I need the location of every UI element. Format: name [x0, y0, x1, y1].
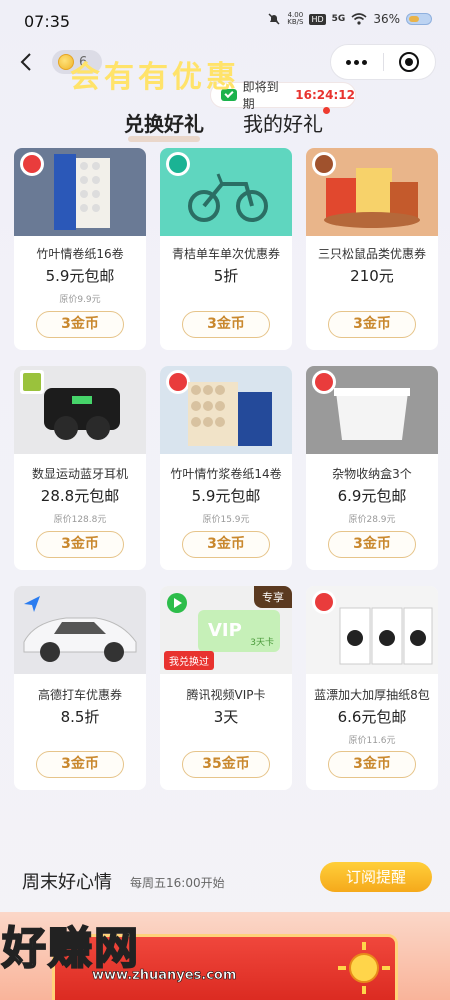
- close-miniapp-button[interactable]: [384, 52, 436, 72]
- battery-percent: 36%: [373, 12, 400, 26]
- original-price: 原价9.9元: [59, 295, 101, 305]
- notification-dot: [323, 107, 330, 114]
- redeem-button[interactable]: 3金币: [36, 311, 124, 338]
- redeemed-tag: 我兑换过: [164, 651, 214, 670]
- product-card[interactable]: 杂物收纳盒3个 6.9元包邮 原价28.9元 3金币: [306, 366, 438, 570]
- vip-card-text: VIP: [208, 620, 242, 641]
- sun-decoration-icon: [338, 942, 390, 994]
- battery-icon: [406, 13, 432, 25]
- watermark-url: www.zhuanyes.com: [92, 968, 237, 984]
- vip-card-graphic: VIP 3天卡: [198, 610, 280, 652]
- redeem-button[interactable]: 3金币: [328, 311, 416, 338]
- product-price: 8.5折: [60, 708, 100, 726]
- product-name: 竹叶情竹浆卷纸14卷: [170, 467, 282, 481]
- product-name: 竹叶情卷纸16卷: [36, 247, 124, 261]
- product-image: [306, 586, 438, 674]
- tab-exchange[interactable]: 兑换好礼: [124, 108, 204, 142]
- original-price: 原价11.6元: [348, 736, 396, 746]
- product-name: 蓝漂加大加厚抽纸8包: [314, 688, 430, 702]
- expiry-label: 即将到期: [242, 80, 279, 111]
- redeem-button[interactable]: 3金币: [182, 531, 270, 558]
- product-name: 高德打车优惠券: [37, 688, 122, 702]
- product-card[interactable]: 三只松鼠品类优惠券 210元 3金币: [306, 148, 438, 350]
- product-name: 三只松鼠品类优惠券: [317, 247, 426, 261]
- original-price: 原价15.9元: [202, 515, 250, 525]
- redeem-button[interactable]: 35金币: [182, 751, 270, 778]
- redeem-button[interactable]: 3金币: [36, 751, 124, 778]
- watermark-brand: 好赚网: [1, 922, 140, 975]
- product-image: [14, 148, 146, 236]
- product-image: [14, 366, 146, 454]
- exclusive-tag: 专享: [254, 586, 292, 608]
- wifi-icon: [351, 13, 367, 25]
- miniapp-capsule: [330, 44, 436, 80]
- status-bar: 07:35 4.00 KB/S HD 5G 36%: [0, 0, 450, 44]
- original-price: 原价128.8元: [53, 515, 107, 525]
- weekend-title: 周末好心情: [22, 872, 112, 893]
- product-price: 3天: [213, 708, 239, 726]
- banner-text: 会有有优惠: [70, 60, 240, 95]
- product-name: 青桔单车单次优惠券: [171, 247, 280, 261]
- redeem-button[interactable]: 3金币: [328, 531, 416, 558]
- hd-badge: HD: [309, 13, 326, 25]
- redeem-button[interactable]: 3金币: [328, 751, 416, 778]
- product-image: [306, 148, 438, 236]
- more-button[interactable]: [331, 59, 383, 65]
- mute-bell-icon: [268, 13, 280, 25]
- product-card[interactable]: 蓝漂加大加厚抽纸8包 6.6元包邮 原价11.6元 3金币: [306, 586, 438, 790]
- product-card[interactable]: 数显运动蓝牙耳机 28.8元包邮 原价128.8元 3金币: [14, 366, 146, 570]
- product-price: 28.8元包邮: [40, 487, 120, 505]
- vip-card-days: 3天卡: [250, 638, 274, 648]
- product-price: 5折: [213, 267, 239, 285]
- product-card[interactable]: 竹叶情竹浆卷纸14卷 5.9元包邮 原价15.9元 3金币: [160, 366, 292, 570]
- redeem-button[interactable]: 3金币: [36, 531, 124, 558]
- status-time: 07:35: [24, 12, 71, 31]
- back-button[interactable]: [14, 48, 38, 76]
- product-price: 6.9元包邮: [337, 487, 407, 505]
- product-card[interactable]: VIP 3天卡 专享 我兑换过 腾讯视频VIP卡 3天 35金币: [160, 586, 292, 790]
- product-image: [14, 586, 146, 674]
- product-card[interactable]: 高德打车优惠券 8.5折 3金币: [14, 586, 146, 790]
- video-play-icon: [167, 593, 187, 613]
- product-price: 5.9元包邮: [191, 487, 261, 505]
- net-speed-unit: KB/S: [287, 18, 304, 26]
- weekend-subtitle: 每周五16:00开始: [130, 876, 225, 890]
- product-image: [306, 366, 438, 454]
- product-image: [160, 366, 292, 454]
- product-image: [160, 148, 292, 236]
- chevron-left-icon: [20, 53, 31, 71]
- product-name: 数显运动蓝牙耳机: [31, 467, 128, 481]
- product-card[interactable]: 竹叶情卷纸16卷 5.9元包邮 原价9.9元 3金币: [14, 148, 146, 350]
- product-price: 6.6元包邮: [337, 708, 407, 726]
- original-price: 原价28.9元: [348, 515, 396, 525]
- signal-label: 5G: [331, 14, 346, 24]
- product-name: 腾讯视频VIP卡: [186, 688, 266, 702]
- redeem-button[interactable]: 3金币: [182, 311, 270, 338]
- expiry-countdown: 16:24:12: [295, 88, 355, 102]
- product-price: 210元: [350, 267, 394, 285]
- status-icons: 4.00 KB/S HD 5G 36%: [267, 12, 432, 26]
- subscribe-reminder-button[interactable]: 订阅提醒: [320, 862, 432, 892]
- tab-my-gifts[interactable]: 我的好礼: [243, 108, 323, 137]
- tab-bar: 兑换好礼 我的好礼: [0, 108, 450, 142]
- product-image: VIP 3天卡 专享 我兑换过: [160, 586, 292, 674]
- product-price: 5.9元包邮: [45, 267, 115, 285]
- net-speed: 4.00 KB/S: [287, 12, 303, 26]
- product-card[interactable]: 青桔单车单次优惠券 5折 3金币: [160, 148, 292, 350]
- product-name: 杂物收纳盒3个: [332, 467, 412, 481]
- target-icon: [399, 52, 420, 72]
